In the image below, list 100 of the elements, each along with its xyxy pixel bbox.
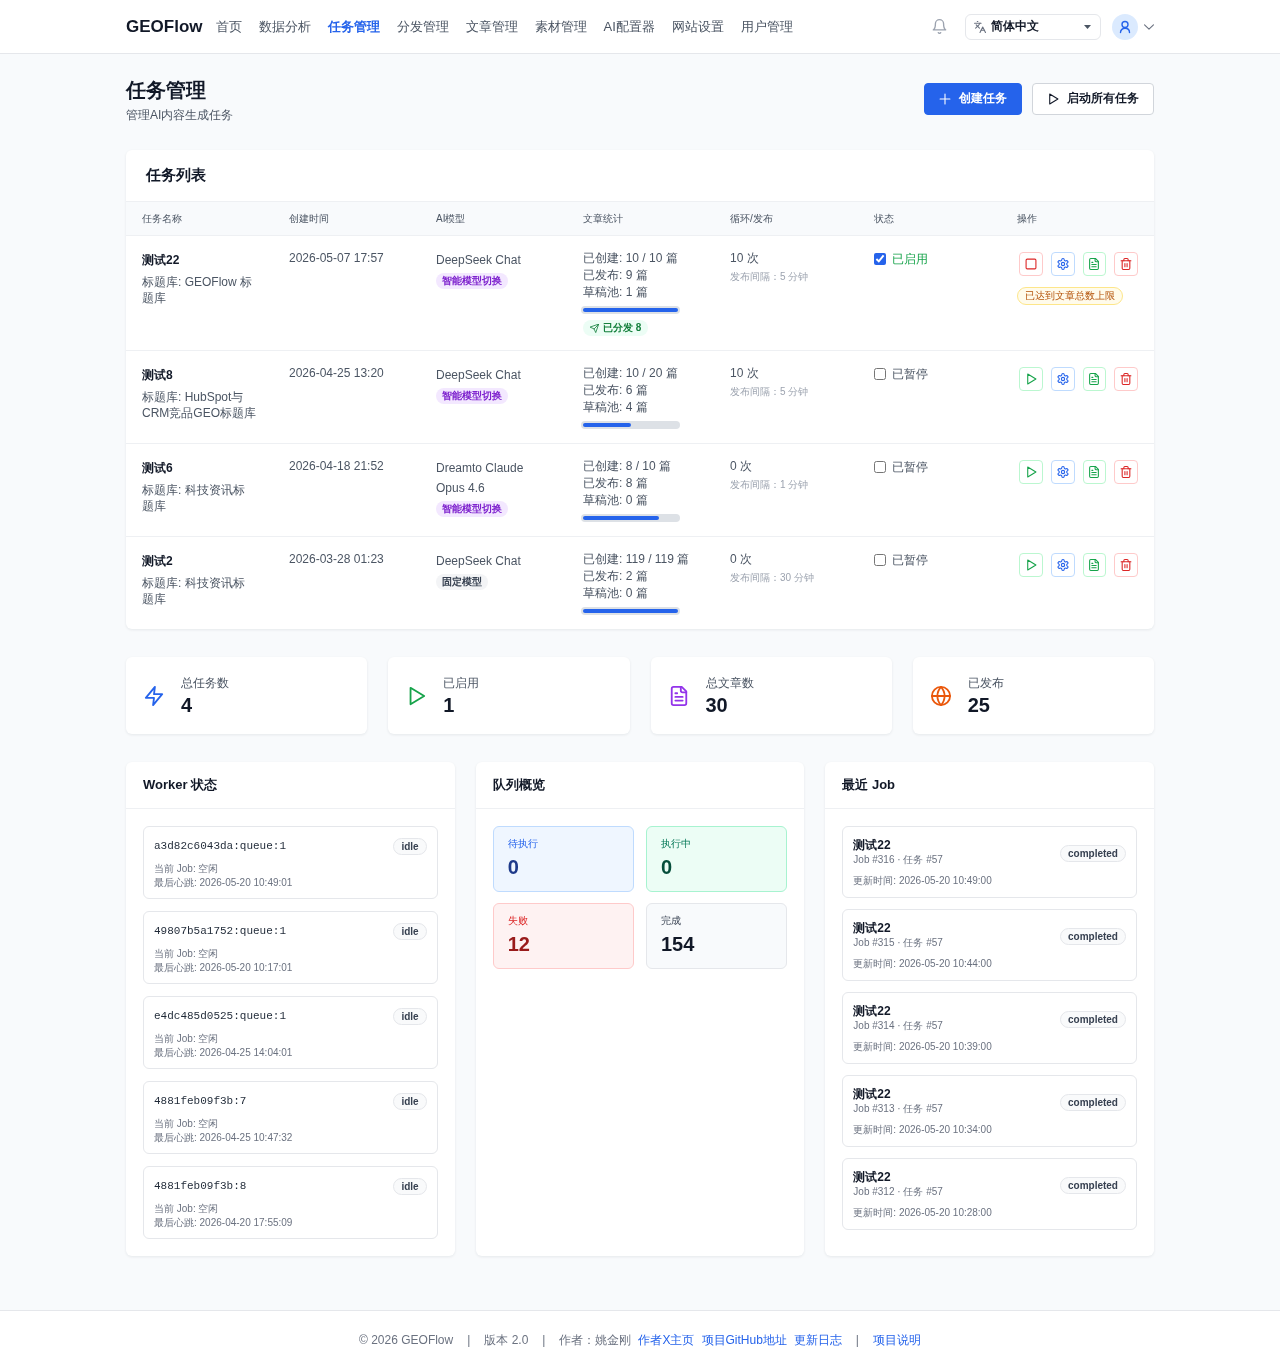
play-icon [1024,373,1037,385]
model-name: DeepSeek Chat [436,252,522,269]
job-meta: Job #315 · 任务 #57 [853,936,944,950]
stop-button[interactable] [1019,252,1043,276]
heartbeat-text: 最后心跳: 2026-04-25 10:47:32 [154,1131,294,1145]
state-badge: idle [393,1177,427,1195]
model-tag: 智能模型切换 [436,273,508,289]
limit-badge: 已达到文章总数上限 [1017,287,1123,305]
status-checkbox[interactable] [874,461,886,473]
stat-label: 总任务数 [181,674,229,691]
status-checkbox[interactable] [874,368,886,380]
nav-link[interactable]: 任务管理 [327,17,380,36]
logo-text: GEOFlow [126,16,203,37]
delete-button[interactable] [1114,252,1138,276]
globe-icon [930,685,951,706]
delete-button[interactable] [1114,460,1138,484]
nav-link[interactable]: 数据分析 [258,17,311,36]
footer-link[interactable]: 更新日志 [793,1331,842,1349]
job-meta: Job #316 · 任务 #57 [853,853,944,867]
state-badge: idle [393,837,427,855]
job-updated: 更新时间: 2026-05-20 10:28:00 [853,1206,992,1220]
interval-text: 发布间隔：5 分钟 [730,270,810,284]
avatar-icon[interactable] [1112,13,1138,40]
document-icon [1088,466,1101,478]
worker-id: a3d82c6043da:queue:1 [154,840,287,852]
trash-icon [1120,258,1133,270]
bell-icon[interactable] [932,19,947,34]
status-checkbox[interactable] [874,253,886,265]
column-header: 任务名称 [142,211,182,226]
settings-button[interactable] [1050,252,1075,276]
document-button[interactable] [1082,367,1107,391]
job-meta: Job #314 · 任务 #57 [853,1019,944,1033]
document-button[interactable] [1082,252,1107,276]
date-text: 2026-05-07 17:57 [289,250,385,267]
heartbeat-text: 最后心跳: 2026-05-20 10:17:01 [154,961,294,975]
date-text: 2026-03-28 01:23 [289,551,385,568]
footer-link[interactable]: 项目GitHub地址 [701,1331,787,1349]
nav-link[interactable]: 首页 [215,17,242,36]
worker-id: 4881feb09f3b:8 [154,1180,247,1192]
nav-link[interactable]: AI配置器 [603,17,655,36]
date-text: 2026-04-18 21:52 [289,458,385,475]
job-title: 测试22 [853,920,892,936]
start-button[interactable] [1019,367,1043,391]
status-checkbox[interactable] [874,554,886,566]
stat-line: 已创建: 8 / 10 篇 [583,458,673,475]
nav-link[interactable]: 网站设置 [671,17,724,36]
send-icon [590,323,599,333]
language-select[interactable]: 简体中文 [965,13,1101,40]
plus-icon [939,92,951,105]
nav-link[interactable]: 素材管理 [534,17,587,36]
page-subtitle: 管理AI内容生成任务 [126,107,234,123]
stat-label: 已发布 [967,674,1004,691]
stat-value: 1 [443,692,456,717]
job-updated: 更新时间: 2026-05-20 10:34:00 [853,1123,992,1137]
stat-line: 草稿池: 0 篇 [583,585,649,602]
footer-separator: | [542,1333,546,1347]
document-icon [668,685,689,706]
start-all-button[interactable]: 启动所有任务 [1032,82,1154,115]
panel-title: 队列概览 [492,776,545,794]
column-header: AI模型 [436,211,466,226]
queue-label: 执行中 [661,837,692,851]
distributed-label: 已分发 8 [603,321,642,335]
chevron-down-icon[interactable] [1144,23,1154,30]
footer-link[interactable]: 作者X主页 [638,1331,695,1349]
queue-label: 待执行 [507,837,539,851]
settings-button[interactable] [1050,553,1075,577]
create-button[interactable]: 创建任务 [924,82,1022,115]
interval-text: 发布间隔：30 分钟 [730,571,815,585]
status-label: 已暂停 [892,552,928,569]
queue-count: 12 [507,932,531,956]
start-button[interactable] [1019,553,1043,577]
document-button[interactable] [1082,553,1107,577]
current-job-text: 当前 Job: 空闲 [154,1202,220,1216]
stat-value: 25 [967,692,991,717]
trash-icon [1120,466,1133,478]
state-badge: idle [393,1007,427,1025]
nav-link[interactable]: 用户管理 [740,17,793,36]
footer-link[interactable]: 项目说明 [873,1331,921,1349]
settings-button[interactable] [1050,367,1075,391]
delete-button[interactable] [1114,553,1138,577]
task-name: 测试8 [142,367,174,383]
play-icon [1024,466,1037,478]
stat-line: 已创建: 119 / 119 篇 [583,551,691,568]
heartbeat-text: 最后心跳: 2026-04-20 17:55:09 [154,1216,294,1230]
start-button[interactable] [1019,460,1043,484]
state-badge: idle [393,922,427,940]
nav-link[interactable]: 文章管理 [465,17,518,36]
delete-button[interactable] [1114,367,1138,391]
queue-count: 154 [661,932,696,956]
current-job-text: 当前 Job: 空闲 [154,862,220,876]
current-job-text: 当前 Job: 空闲 [154,947,220,961]
lightning-icon [144,685,164,706]
settings-button[interactable] [1050,460,1075,484]
interval-text: 发布间隔：5 分钟 [730,385,810,399]
nav-link[interactable]: 分发管理 [396,17,449,36]
job-status-badge: completed [1059,1094,1126,1111]
cycle-count: 0 次 [730,458,753,475]
current-job-text: 当前 Job: 空闲 [154,1032,220,1046]
panel-title: 最近 Job [842,776,896,794]
document-button[interactable] [1082,460,1107,484]
